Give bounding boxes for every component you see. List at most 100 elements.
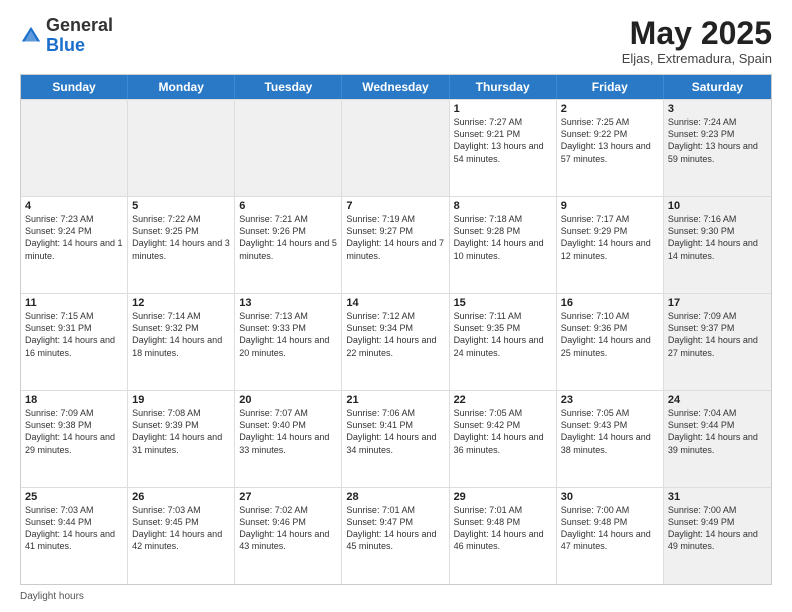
day-number: 20 <box>239 394 337 406</box>
cal-cell: 28 Sunrise: 7:01 AM Sunset: 9:47 PM Dayli… <box>342 488 449 584</box>
day-number: 1 <box>454 103 552 115</box>
cal-cell: 21Sunrise: 7:06 AM Sunset: 9:41 PM Dayli… <box>342 391 449 487</box>
day-number: 8 <box>454 200 552 212</box>
cell-text: Sunrise: 7:21 AM Sunset: 9:26 PM Dayligh… <box>239 214 337 260</box>
cell-text: Sunrise: 7:17 AM Sunset: 9:29 PM Dayligh… <box>561 214 651 260</box>
day-number: 28 <box>346 491 444 503</box>
day-number: 14 <box>346 297 444 309</box>
day-number: 27 <box>239 491 337 503</box>
cell-text: Sunrise: 7:01 AM Sunset: 9:47 PM Dayligh… <box>346 505 436 551</box>
day-header-tuesday: Tuesday <box>235 75 342 99</box>
cell-text: Sunrise: 7:08 AM Sunset: 9:39 PM Dayligh… <box>132 408 222 454</box>
calendar: SundayMondayTuesdayWednesdayThursdayFrid… <box>20 74 772 585</box>
cal-cell: 11 Sunrise: 7:15 AM Sunset: 9:31 PM Dayli… <box>21 294 128 390</box>
month-title: May 2025 <box>622 16 772 51</box>
day-number: 25 <box>25 491 123 503</box>
day-number: 23 <box>561 394 659 406</box>
cal-cell <box>235 100 342 196</box>
cell-text: Sunrise: 7:05 AM Sunset: 9:42 PM Dayligh… <box>454 408 544 454</box>
cell-text: Sunrise: 7:00 AM Sunset: 9:48 PM Dayligh… <box>561 505 651 551</box>
cell-text: Sunrise: 7:24 AM Sunset: 9:23 PM Dayligh… <box>668 117 758 163</box>
cal-cell: 27 Sunrise: 7:02 AM Sunset: 9:46 PM Dayli… <box>235 488 342 584</box>
day-number: 15 <box>454 297 552 309</box>
page: General Blue May 2025 Eljas, Extremadura… <box>0 0 792 612</box>
header: General Blue May 2025 Eljas, Extremadura… <box>20 16 772 66</box>
day-number: 9 <box>561 200 659 212</box>
footer-text: Daylight hours <box>20 591 84 602</box>
cell-text: Sunrise: 7:27 AM Sunset: 9:21 PM Dayligh… <box>454 117 544 163</box>
cal-cell: 19 Sunrise: 7:08 AM Sunset: 9:39 PM Dayli… <box>128 391 235 487</box>
day-number: 10 <box>668 200 767 212</box>
cal-cell: 17 Sunrise: 7:09 AM Sunset: 9:37 PM Dayli… <box>664 294 771 390</box>
calendar-row-2: 4Sunrise: 7:23 AM Sunset: 9:24 PM Daylig… <box>21 196 771 293</box>
logo-blue: Blue <box>46 35 85 55</box>
cal-cell: 1 Sunrise: 7:27 AM Sunset: 9:21 PM Daylig… <box>450 100 557 196</box>
cal-cell: 15 Sunrise: 7:11 AM Sunset: 9:35 PM Dayli… <box>450 294 557 390</box>
cell-text: Sunrise: 7:04 AM Sunset: 9:44 PM Dayligh… <box>668 408 758 454</box>
day-number: 18 <box>25 394 123 406</box>
location: Eljas, Extremadura, Spain <box>622 51 772 66</box>
cal-cell: 30 Sunrise: 7:00 AM Sunset: 9:48 PM Dayli… <box>557 488 664 584</box>
cal-cell: 23 Sunrise: 7:05 AM Sunset: 9:43 PM Dayli… <box>557 391 664 487</box>
cal-cell: 14 Sunrise: 7:12 AM Sunset: 9:34 PM Dayli… <box>342 294 449 390</box>
cell-text: Sunrise: 7:00 AM Sunset: 9:49 PM Dayligh… <box>668 505 758 551</box>
cal-cell: 10 Sunrise: 7:16 AM Sunset: 9:30 PM Dayli… <box>664 197 771 293</box>
cell-text: Sunrise: 7:03 AM Sunset: 9:44 PM Dayligh… <box>25 505 115 551</box>
cell-text: Sunrise: 7:09 AM Sunset: 9:38 PM Dayligh… <box>25 408 115 454</box>
calendar-row-3: 11 Sunrise: 7:15 AM Sunset: 9:31 PM Dayli… <box>21 293 771 390</box>
day-number: 22 <box>454 394 552 406</box>
day-number: 17 <box>668 297 767 309</box>
cal-cell: 18 Sunrise: 7:09 AM Sunset: 9:38 PM Dayli… <box>21 391 128 487</box>
logo: General Blue <box>20 16 113 56</box>
day-number: 19 <box>132 394 230 406</box>
cal-cell: 6 Sunrise: 7:21 AM Sunset: 9:26 PM Daylig… <box>235 197 342 293</box>
day-number: 5 <box>132 200 230 212</box>
cell-text: Sunrise: 7:15 AM Sunset: 9:31 PM Dayligh… <box>25 311 115 357</box>
day-header-friday: Friday <box>557 75 664 99</box>
cell-text: Sunrise: 7:05 AM Sunset: 9:43 PM Dayligh… <box>561 408 651 454</box>
calendar-header: SundayMondayTuesdayWednesdayThursdayFrid… <box>21 75 771 99</box>
cal-cell: 2 Sunrise: 7:25 AM Sunset: 9:22 PM Daylig… <box>557 100 664 196</box>
day-number: 13 <box>239 297 337 309</box>
cell-text: Sunrise: 7:01 AM Sunset: 9:48 PM Dayligh… <box>454 505 544 551</box>
cell-text: Sunrise: 7:11 AM Sunset: 9:35 PM Dayligh… <box>454 311 544 357</box>
cal-cell: 31 Sunrise: 7:00 AM Sunset: 9:49 PM Dayli… <box>664 488 771 584</box>
cal-cell: 20Sunrise: 7:07 AM Sunset: 9:40 PM Dayli… <box>235 391 342 487</box>
day-number: 26 <box>132 491 230 503</box>
cal-cell: 25 Sunrise: 7:03 AM Sunset: 9:44 PM Dayli… <box>21 488 128 584</box>
day-number: 24 <box>668 394 767 406</box>
cell-text: Sunrise: 7:16 AM Sunset: 9:30 PM Dayligh… <box>668 214 758 260</box>
day-number: 31 <box>668 491 767 503</box>
day-number: 6 <box>239 200 337 212</box>
cal-cell: 12 Sunrise: 7:14 AM Sunset: 9:32 PM Dayli… <box>128 294 235 390</box>
cell-text: Sunrise: 7:18 AM Sunset: 9:28 PM Dayligh… <box>454 214 544 260</box>
cell-text: Sunrise: 7:02 AM Sunset: 9:46 PM Dayligh… <box>239 505 329 551</box>
cell-text: Sunrise: 7:09 AM Sunset: 9:37 PM Dayligh… <box>668 311 758 357</box>
calendar-body: 1 Sunrise: 7:27 AM Sunset: 9:21 PM Daylig… <box>21 99 771 584</box>
day-header-wednesday: Wednesday <box>342 75 449 99</box>
calendar-row-4: 18 Sunrise: 7:09 AM Sunset: 9:38 PM Dayli… <box>21 390 771 487</box>
day-number: 30 <box>561 491 659 503</box>
day-header-monday: Monday <box>128 75 235 99</box>
cell-text: Sunrise: 7:25 AM Sunset: 9:22 PM Dayligh… <box>561 117 651 163</box>
cell-text: Sunrise: 7:14 AM Sunset: 9:32 PM Dayligh… <box>132 311 222 357</box>
day-header-saturday: Saturday <box>664 75 771 99</box>
day-number: 29 <box>454 491 552 503</box>
day-number: 2 <box>561 103 659 115</box>
cell-text: Sunrise: 7:03 AM Sunset: 9:45 PM Dayligh… <box>132 505 222 551</box>
cell-text: Sunrise: 7:12 AM Sunset: 9:34 PM Dayligh… <box>346 311 436 357</box>
cal-cell: 13 Sunrise: 7:13 AM Sunset: 9:33 PM Dayli… <box>235 294 342 390</box>
day-header-sunday: Sunday <box>21 75 128 99</box>
cell-text: Sunrise: 7:22 AM Sunset: 9:25 PM Dayligh… <box>132 214 230 260</box>
cal-cell: 29 Sunrise: 7:01 AM Sunset: 9:48 PM Dayli… <box>450 488 557 584</box>
cal-cell: 5 Sunrise: 7:22 AM Sunset: 9:25 PM Daylig… <box>128 197 235 293</box>
cal-cell: 3Sunrise: 7:24 AM Sunset: 9:23 PM Daylig… <box>664 100 771 196</box>
cal-cell <box>128 100 235 196</box>
day-header-thursday: Thursday <box>450 75 557 99</box>
cell-text: Sunrise: 7:10 AM Sunset: 9:36 PM Dayligh… <box>561 311 651 357</box>
cal-cell: 7Sunrise: 7:19 AM Sunset: 9:27 PM Daylig… <box>342 197 449 293</box>
day-number: 7 <box>346 200 444 212</box>
cell-text: Sunrise: 7:13 AM Sunset: 9:33 PM Dayligh… <box>239 311 329 357</box>
day-number: 12 <box>132 297 230 309</box>
day-number: 11 <box>25 297 123 309</box>
